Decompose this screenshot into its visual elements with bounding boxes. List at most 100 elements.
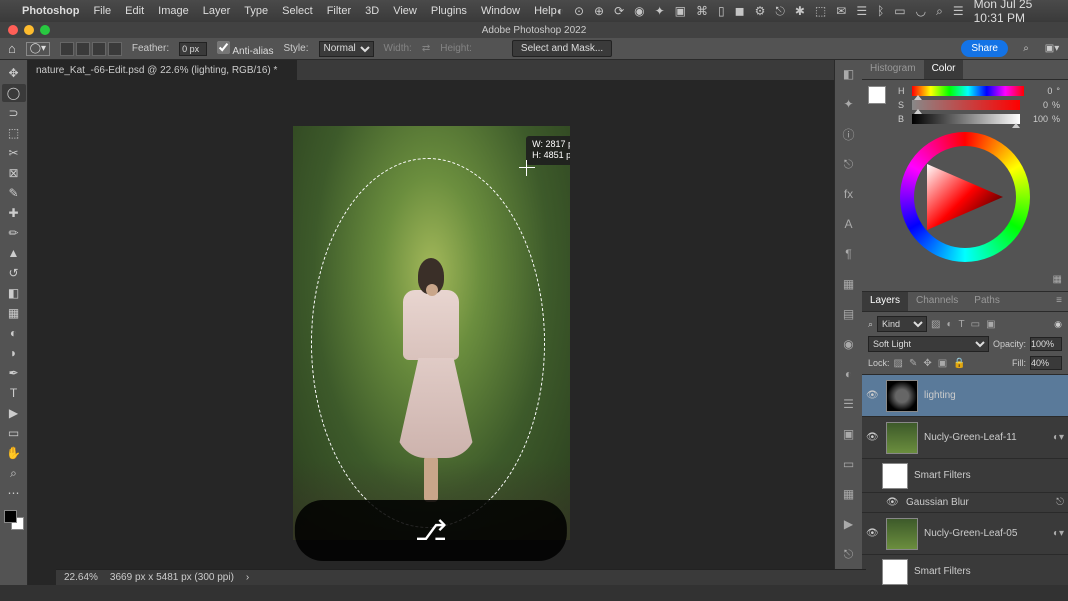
- layer-name[interactable]: Gaussian Blur: [906, 497, 969, 508]
- layer-thumbnail[interactable]: [886, 518, 918, 550]
- add-selection-button[interactable]: [76, 42, 90, 56]
- panel-menu-icon[interactable]: ≡: [1050, 292, 1068, 311]
- pen-tool[interactable]: ✒: [2, 364, 26, 382]
- window-close-button[interactable]: [8, 25, 18, 35]
- brightness-slider[interactable]: [912, 114, 1020, 124]
- layer-thumbnail[interactable]: [882, 463, 908, 489]
- history-brush-tool[interactable]: ↺: [2, 264, 26, 282]
- panel-icon[interactable]: A: [839, 214, 859, 234]
- menu-image[interactable]: Image: [158, 5, 189, 17]
- panel-icon[interactable]: ▭: [839, 454, 859, 474]
- blend-mode-select[interactable]: Soft Light: [868, 336, 989, 352]
- status-icon[interactable]: ⊕: [594, 4, 604, 18]
- eyedropper-tool[interactable]: ✎: [2, 184, 26, 202]
- status-icon[interactable]: ⟳: [614, 4, 624, 18]
- menu-filter[interactable]: Filter: [327, 5, 351, 17]
- hand-tool[interactable]: ✋: [2, 444, 26, 462]
- panel-icon[interactable]: ⎋: [839, 154, 859, 174]
- clone-stamp-tool[interactable]: ▲: [2, 244, 26, 262]
- visibility-toggle-icon[interactable]: 👁: [886, 497, 900, 508]
- layer-thumbnail[interactable]: [882, 559, 908, 585]
- frame-tool[interactable]: ⊠: [2, 164, 26, 182]
- antialias-option[interactable]: Anti-alias: [217, 41, 273, 57]
- brightness-value[interactable]: 100: [1024, 114, 1048, 124]
- app-menu[interactable]: Photoshop: [22, 5, 79, 17]
- lock-all-icon[interactable]: 🔒: [953, 358, 965, 369]
- path-selection-tool[interactable]: ▶: [2, 404, 26, 422]
- home-button[interactable]: ⌂: [8, 41, 16, 56]
- panel-icon[interactable]: ◐: [839, 364, 859, 384]
- smart-object-icon[interactable]: ◐▾: [1053, 432, 1064, 443]
- search-icon[interactable]: ⌕: [936, 4, 943, 19]
- zoom-tool[interactable]: ⌕: [2, 464, 26, 482]
- layer-name[interactable]: lighting: [924, 390, 956, 401]
- menu-edit[interactable]: Edit: [125, 5, 144, 17]
- healing-brush-tool[interactable]: ✚: [2, 204, 26, 222]
- control-center-icon[interactable]: ☰: [953, 4, 964, 18]
- lock-image-icon[interactable]: ✎: [909, 358, 917, 369]
- color-wheel[interactable]: [900, 132, 1030, 262]
- menu-plugins[interactable]: Plugins: [431, 5, 467, 17]
- bookmark-icon[interactable]: ◼: [735, 4, 745, 18]
- eraser-tool[interactable]: ◧: [2, 284, 26, 302]
- panel-icon[interactable]: ✦: [839, 94, 859, 114]
- crop-tool[interactable]: ✂: [2, 144, 26, 162]
- layer-row[interactable]: 👁 lighting: [862, 375, 1068, 417]
- canvas[interactable]: W: 2817 px H: 4851 px ⎇: [28, 80, 834, 585]
- layer-row[interactable]: Smart Filters: [862, 459, 1068, 493]
- histogram-tab[interactable]: Histogram: [862, 60, 924, 79]
- layer-row[interactable]: 👁 Nucly-Green-Leaf-11 ◐▾: [862, 417, 1068, 459]
- color-swatch[interactable]: [868, 86, 886, 104]
- panel-icon[interactable]: fx: [839, 184, 859, 204]
- move-tool[interactable]: ✥: [2, 64, 26, 82]
- layer-name[interactable]: Smart Filters: [914, 470, 971, 481]
- panel-icon[interactable]: ▦: [839, 484, 859, 504]
- layer-thumbnail[interactable]: [886, 422, 918, 454]
- panel-icon[interactable]: ⎋: [839, 544, 859, 564]
- layer-name[interactable]: Nucly-Green-Leaf-11: [924, 432, 1017, 443]
- select-and-mask-button[interactable]: Select and Mask...: [512, 40, 612, 57]
- filter-smart-icon[interactable]: ▣: [986, 319, 995, 330]
- saturation-slider[interactable]: [912, 100, 1020, 110]
- panel-icon[interactable]: ⓘ: [839, 124, 859, 144]
- hue-value[interactable]: 0: [1028, 86, 1052, 96]
- foreground-color[interactable]: [4, 510, 17, 523]
- visibility-toggle-icon[interactable]: 👁: [866, 432, 880, 443]
- workspace-icon[interactable]: ▣▾: [1044, 41, 1060, 57]
- status-chevron-icon[interactable]: ›: [246, 572, 249, 583]
- brush-tool[interactable]: ✏: [2, 224, 26, 242]
- document-tab[interactable]: × nature_Kat_-66-Edit.psd @ 22.6% (light…: [28, 60, 297, 80]
- new-selection-button[interactable]: [60, 42, 74, 56]
- filter-adjustment-icon[interactable]: ◐: [947, 319, 953, 330]
- hue-slider[interactable]: [912, 86, 1024, 96]
- menu-3d[interactable]: 3D: [365, 5, 379, 17]
- filter-type-icon[interactable]: T: [959, 319, 965, 330]
- panel-icon[interactable]: ▤: [839, 304, 859, 324]
- filter-shape-icon[interactable]: ▭: [971, 319, 980, 330]
- menu-select[interactable]: Select: [282, 5, 313, 17]
- layer-row[interactable]: Smart Filters: [862, 555, 1068, 585]
- menu-help[interactable]: Help: [534, 5, 557, 17]
- status-icon[interactable]: ⎋: [775, 4, 785, 19]
- zoom-level[interactable]: 22.64%: [64, 572, 98, 583]
- lock-transparency-icon[interactable]: ▨: [894, 358, 903, 369]
- panel-icon[interactable]: ◧: [839, 64, 859, 84]
- blur-tool[interactable]: ◐: [2, 324, 26, 342]
- panel-icon[interactable]: ¶: [839, 244, 859, 264]
- window-minimize-button[interactable]: [24, 25, 34, 35]
- layer-row[interactable]: 👁 Nucly-Green-Leaf-05 ◐▾: [862, 513, 1068, 555]
- window-maximize-button[interactable]: [40, 25, 50, 35]
- status-icon[interactable]: ✦: [655, 4, 665, 18]
- status-icon[interactable]: ▣: [675, 4, 686, 18]
- swatch-icon[interactable]: ▦: [1053, 274, 1062, 285]
- layer-name[interactable]: Nucly-Green-Leaf-05: [924, 528, 1017, 539]
- filter-pixel-icon[interactable]: ▨: [931, 319, 940, 330]
- object-selection-tool[interactable]: ⬚: [2, 124, 26, 142]
- subtract-selection-button[interactable]: [92, 42, 106, 56]
- layer-row[interactable]: 👁 Gaussian Blur ⎋: [862, 493, 1068, 513]
- panel-icon[interactable]: ▦: [839, 274, 859, 294]
- layers-tab[interactable]: Layers: [862, 292, 908, 311]
- lock-position-icon[interactable]: ✥: [923, 358, 931, 369]
- panel-icon[interactable]: ▶: [839, 514, 859, 534]
- lasso-tool[interactable]: ⊃: [2, 104, 26, 122]
